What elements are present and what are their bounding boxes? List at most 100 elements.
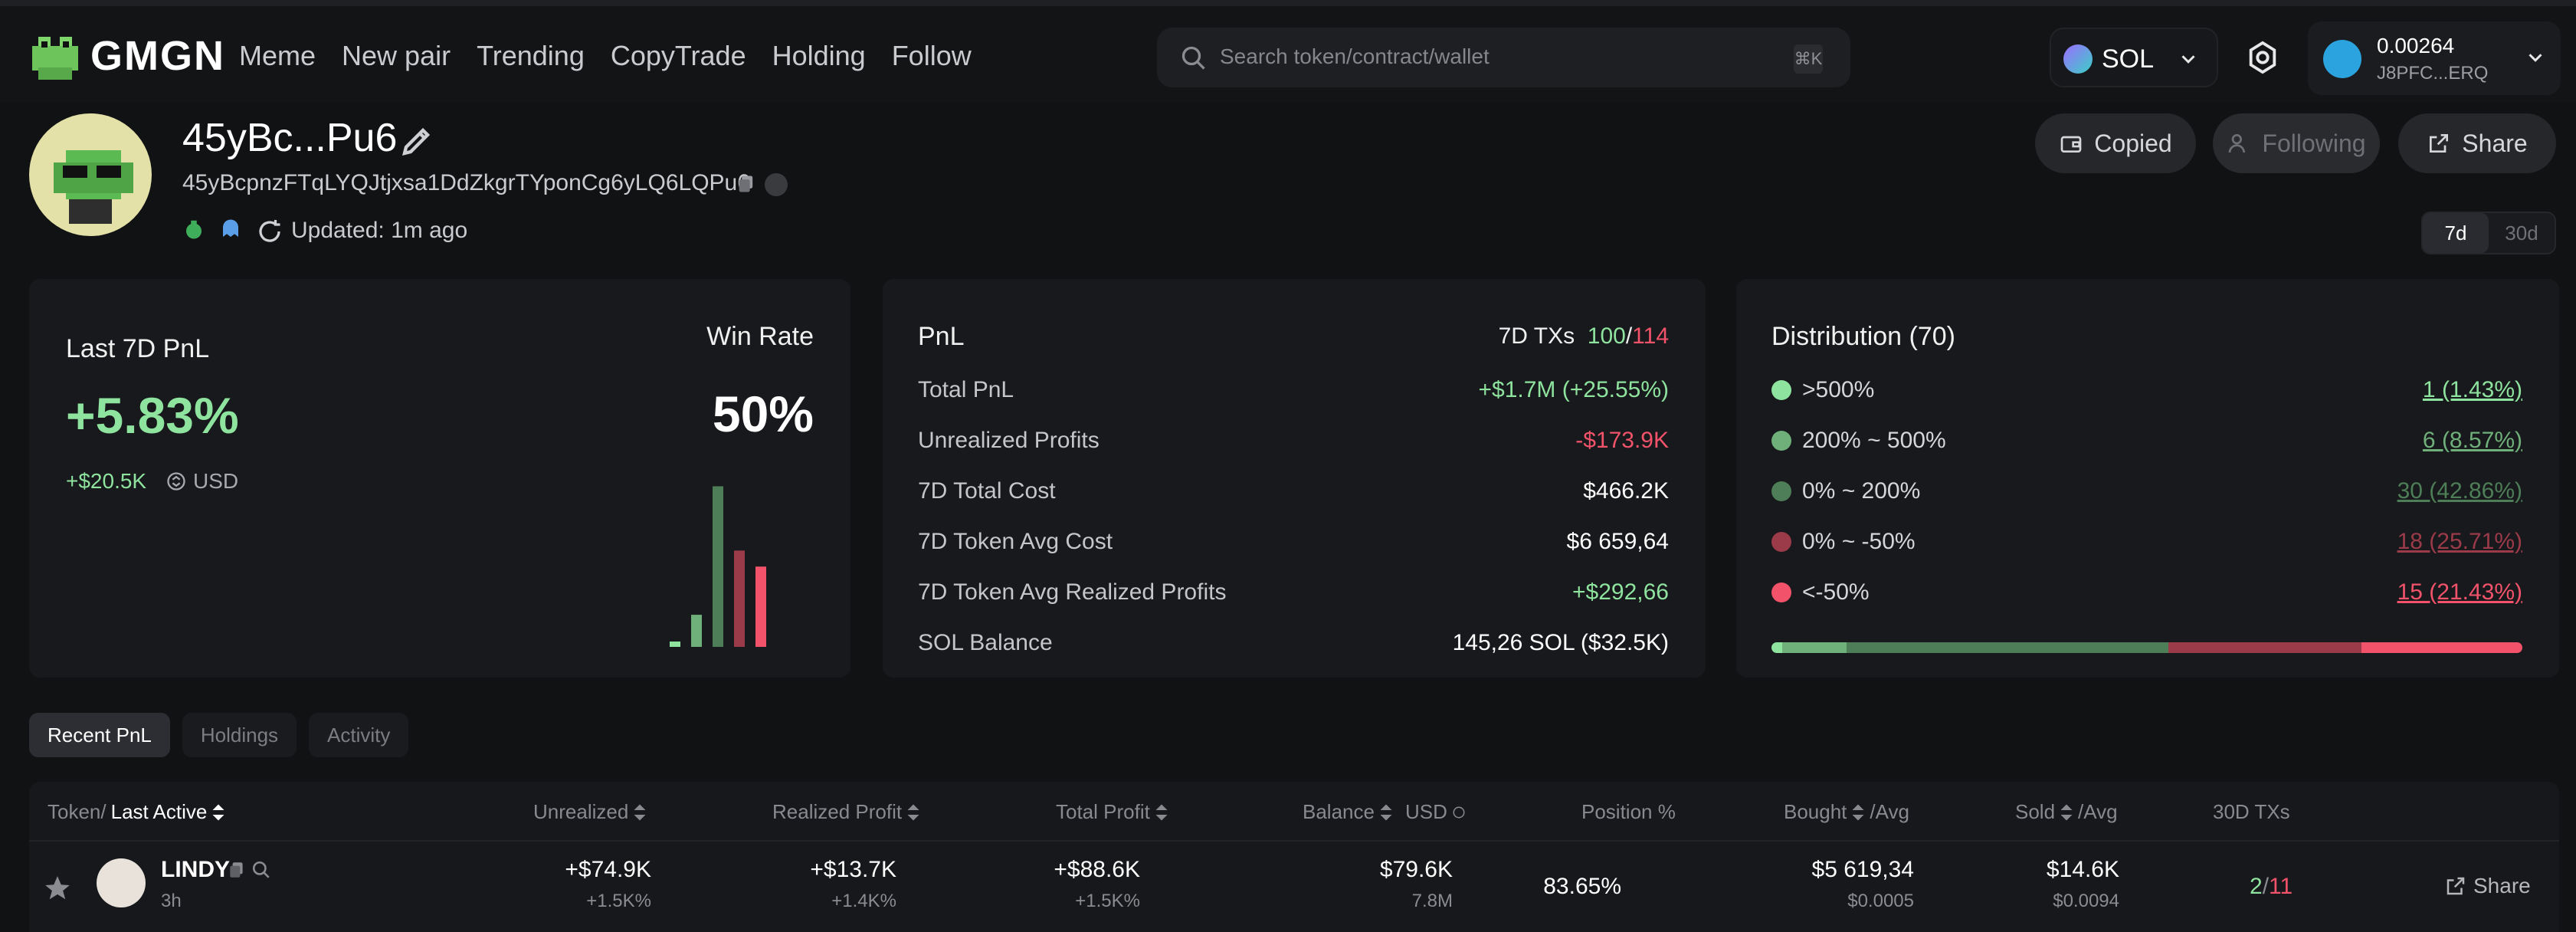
currency-toggle[interactable]: USD — [166, 469, 238, 494]
following-label: Following — [2262, 129, 2366, 157]
col-unrealized[interactable]: Unrealized — [533, 800, 647, 824]
col-txs-label: 30D TXs — [2213, 800, 2290, 823]
col-balance-currency[interactable]: USD — [1405, 800, 1447, 824]
content-tabs: Recent PnL Holdings Activity — [29, 713, 409, 757]
txs-buy: 2 — [2250, 874, 2263, 899]
wallet-balance: 0.00264 — [2377, 34, 2455, 57]
chain-selector[interactable]: SOL — [2050, 28, 2218, 87]
search-input[interactable]: Search token/contract/wallet ⌘K — [1157, 28, 1850, 87]
distribution-row: >500% 1 (1.43%) — [1771, 377, 2522, 403]
col-position-label: Position % — [1581, 800, 1676, 823]
row-share-button[interactable]: Share — [2444, 874, 2531, 898]
winrate-value: 50% — [712, 386, 814, 442]
search-icon[interactable] — [251, 860, 271, 880]
solana-icon — [2063, 44, 2093, 74]
col-balance[interactable]: Balance USD — [1303, 800, 1466, 824]
total-profit-percent: +1.5K% — [1075, 891, 1140, 911]
tab-holdings[interactable]: Holdings — [182, 713, 297, 757]
chart-bar — [691, 615, 702, 647]
stats-title: PnL — [918, 322, 965, 351]
distribution-count[interactable]: 30 (42.86%) — [2397, 478, 2522, 504]
range-30d[interactable]: 30d — [2489, 213, 2555, 253]
star-icon[interactable] — [43, 874, 72, 903]
txs-win: 100 — [1587, 323, 1626, 349]
distribution-bucket-label: 0% ~ 200% — [1802, 478, 1921, 504]
distribution-count[interactable]: 15 (21.43%) — [2397, 579, 2522, 605]
distribution-title: Distribution (70) — [1771, 322, 1955, 351]
balance-value: $79.6K — [1379, 857, 1453, 882]
distribution-row: 0% ~ 200% 30 (42.86%) — [1771, 478, 2522, 504]
token-name[interactable]: LINDY — [161, 857, 230, 883]
stat-value: 145,26 SOL ($32.5K) — [1452, 630, 1669, 655]
unrealized-value: +$74.9K — [565, 857, 651, 882]
col-bought[interactable]: Bought /Avg — [1784, 800, 1909, 824]
stat-value: -$173.9K — [1575, 428, 1669, 453]
txs-separator: / — [1625, 323, 1633, 349]
col-sold[interactable]: Sold /Avg — [2015, 800, 2118, 824]
distribution-row: 200% ~ 500% 6 (8.57%) — [1771, 428, 2522, 454]
brand-name[interactable]: GMGN — [90, 32, 225, 80]
distribution-count[interactable]: 18 (25.71%) — [2397, 529, 2522, 555]
share-button[interactable]: Share — [2398, 113, 2556, 173]
distribution-count[interactable]: 1 (1.43%) — [2423, 377, 2522, 403]
col-balance-label: Balance — [1303, 800, 1375, 823]
tab-recent-pnl[interactable]: Recent PnL — [29, 713, 170, 757]
legend-dot — [1771, 582, 1791, 602]
stat-row: 7D Token Avg Cost $6 659,64 — [918, 529, 1669, 555]
edit-icon[interactable] — [398, 123, 435, 159]
wallet-tags — [182, 218, 242, 241]
search-icon — [1181, 46, 1205, 70]
nav-copytrade[interactable]: CopyTrade — [611, 40, 746, 72]
nav-new-pair[interactable]: New pair — [342, 40, 451, 72]
col-total-profit[interactable]: Total Profit — [1056, 800, 1168, 824]
avatar — [29, 113, 152, 236]
sold-avg: $0.0094 — [2053, 891, 2119, 911]
nav-meme[interactable]: Meme — [239, 40, 316, 72]
col-bought-label: Bought — [1784, 800, 1847, 823]
copy-icon[interactable] — [227, 860, 247, 880]
legend-dot — [1771, 532, 1791, 552]
range-7d[interactable]: 7d — [2423, 213, 2489, 253]
table-header: Token/Last Active Unrealized Realized Pr… — [29, 782, 2559, 842]
frog-logo-icon[interactable] — [26, 28, 87, 89]
nav-holding[interactable]: Holding — [772, 40, 866, 72]
wallet-button[interactable]: 0.00264 J8PFC...ERQ — [2308, 21, 2561, 95]
table-row[interactable]: LINDY 3h +$74.9K +1.5K% +$13.7K +1.4K% +… — [29, 843, 2559, 932]
gear-icon[interactable] — [2245, 40, 2280, 75]
copied-button[interactable]: Copied — [2035, 113, 2196, 173]
nav-follow[interactable]: Follow — [892, 40, 972, 72]
chart-bar — [670, 642, 680, 647]
stat-row: 7D Total Cost $466.2K — [918, 478, 1669, 504]
sort-icon — [1380, 804, 1392, 820]
col-token-label: Token/ — [48, 800, 107, 823]
stat-value: +$1.7M (+25.55%) — [1478, 377, 1669, 402]
stat-row: Total PnL +$1.7M (+25.55%) — [918, 377, 1669, 403]
stat-value: +$292,66 — [1572, 579, 1669, 605]
col-token[interactable]: Token/Last Active — [48, 800, 225, 824]
money-bag-icon — [186, 220, 202, 239]
distribution-bucket: 0% ~ 200% — [1771, 478, 1920, 504]
tab-activity[interactable]: Activity — [309, 713, 409, 757]
distribution-segment — [1846, 642, 2168, 653]
txs-separator: / — [2262, 874, 2270, 899]
nav-trending[interactable]: Trending — [477, 40, 585, 72]
realized-value: +$13.7K — [810, 857, 896, 882]
token-age: 3h — [161, 891, 182, 911]
legend-dot — [1771, 380, 1791, 400]
following-button[interactable]: Following — [2213, 113, 2380, 173]
copy-icon[interactable] — [736, 173, 757, 195]
share-label: Share — [2462, 129, 2528, 157]
balance-amount: 7.8M — [1411, 891, 1453, 911]
distribution-count[interactable]: 6 (8.57%) — [2423, 428, 2522, 454]
swap-icon — [1453, 806, 1465, 818]
time-range-toggle: 7d 30d — [2421, 212, 2556, 254]
telegram-icon — [2323, 40, 2361, 78]
refresh-icon[interactable] — [256, 218, 283, 245]
pnl-label: Last 7D PnL — [66, 334, 210, 363]
pnl-percent: +5.83% — [66, 387, 239, 444]
distribution-segment — [1771, 642, 1782, 653]
sort-icon — [1852, 804, 1864, 820]
solscan-icon[interactable] — [765, 173, 788, 196]
col-realized[interactable]: Realized Profit — [772, 800, 920, 824]
winrate-label: Win Rate — [706, 322, 814, 351]
